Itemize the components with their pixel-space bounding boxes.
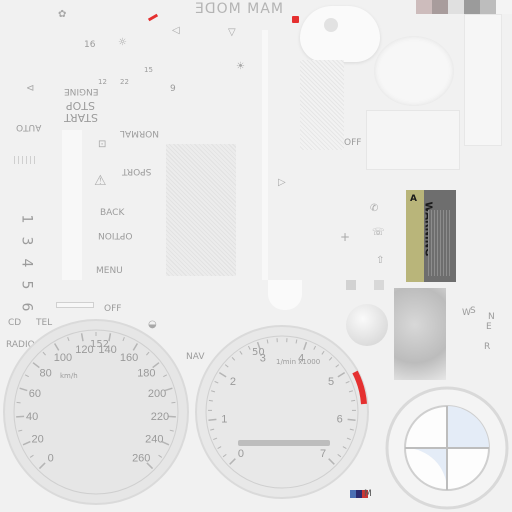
gauge-tick-label: 100 bbox=[54, 352, 72, 364]
odometer-display bbox=[238, 440, 330, 446]
gauge-tick-label: 240 bbox=[145, 433, 163, 445]
gauge-tick-label: 1 bbox=[221, 413, 227, 425]
gauge-tick-label: 260 bbox=[132, 452, 150, 464]
gauge-tick-label: 180 bbox=[137, 368, 155, 380]
gauge-tick-label: 7 bbox=[320, 448, 326, 460]
gauge-tick-label: 5 bbox=[328, 376, 334, 388]
gauge-tick-label: 20 bbox=[32, 433, 44, 445]
gauges-canvas: 020406080100120 140160180200220240260 012… bbox=[3, 319, 509, 510]
tachometer: 0123 4567 bbox=[195, 325, 369, 499]
gauge-tick-label: 40 bbox=[26, 411, 38, 423]
major-tick bbox=[208, 418, 217, 422]
minor-tick bbox=[351, 399, 356, 402]
gauge-tick-label: 6 bbox=[337, 413, 343, 425]
gauge-tick-label: 60 bbox=[29, 388, 41, 400]
major-tick bbox=[347, 418, 356, 422]
gauge-tick-label: 0 bbox=[238, 448, 244, 460]
speedo-top-label: 152 bbox=[90, 339, 110, 350]
gauge-tick-label: 200 bbox=[148, 388, 166, 400]
logo-emblem: M bbox=[364, 489, 372, 499]
gauge-tick-label: 0 bbox=[48, 452, 54, 464]
tach-unit: 1/min x1000 bbox=[276, 358, 321, 366]
gauge-tick-label: 80 bbox=[39, 368, 51, 380]
gauge-tick-label: 2 bbox=[230, 376, 236, 388]
brand-roundel bbox=[385, 386, 509, 510]
tach-face bbox=[195, 325, 369, 499]
speedo-unit: km/h bbox=[60, 372, 78, 380]
gauge-tick-label: 160 bbox=[120, 352, 138, 364]
tach-top-label: 50 bbox=[252, 347, 265, 358]
minor-tick bbox=[208, 399, 213, 402]
gauge-tick-label: 220 bbox=[151, 411, 169, 423]
